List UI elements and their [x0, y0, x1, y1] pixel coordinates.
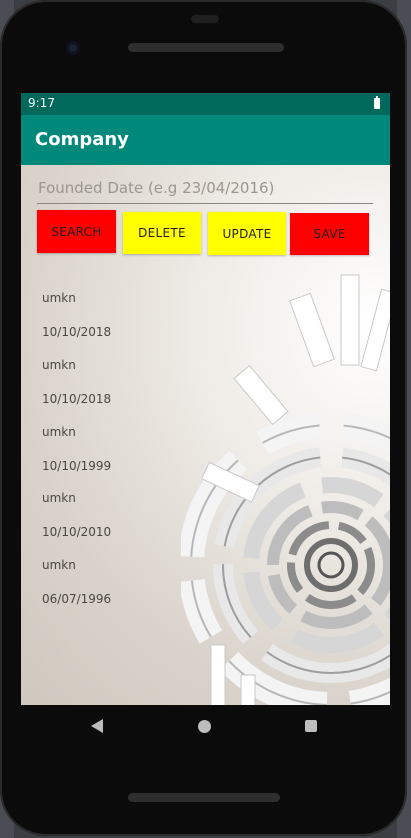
list-item: 10/10/2018	[42, 392, 112, 406]
list-item: umkn	[42, 291, 76, 305]
bottom-speaker	[128, 793, 280, 802]
search-button[interactable]: SEARCH	[37, 210, 116, 253]
list-item: 06/07/1996	[42, 592, 112, 606]
status-time: 9:17	[28, 96, 55, 110]
app-bar: Company	[21, 115, 390, 165]
background-art	[181, 274, 390, 705]
list-item: 10/10/2018	[42, 325, 112, 339]
app-title: Company	[35, 129, 129, 150]
battery-icon	[374, 96, 380, 109]
list-item: 10/10/2010	[42, 525, 112, 539]
app-screen: 9:17 Company Founded Date (e.g 23/04/201…	[21, 93, 390, 705]
list-item: 10/10/1999	[42, 459, 112, 473]
back-icon[interactable]	[91, 719, 103, 733]
list-item: umkn	[42, 425, 76, 439]
update-button[interactable]: UPDATE	[208, 212, 286, 255]
home-icon[interactable]	[198, 720, 211, 733]
recents-icon[interactable]	[305, 720, 317, 732]
navigation-bar	[21, 705, 390, 749]
founded-date-field[interactable]	[37, 173, 373, 204]
front-camera	[66, 41, 80, 55]
save-button[interactable]: SAVE	[290, 213, 369, 255]
top-notch	[191, 15, 219, 23]
list-item: umkn	[42, 558, 76, 572]
list-item: umkn	[42, 491, 76, 505]
content-area: SEARCH DELETE UPDATE SAVE umkn 10/10/201…	[21, 165, 390, 705]
phone-frame: 9:17 Company Founded Date (e.g 23/04/201…	[0, 0, 407, 836]
delete-button[interactable]: DELETE	[123, 212, 201, 254]
status-bar: 9:17	[21, 93, 390, 115]
top-speaker	[128, 43, 284, 52]
list-item: umkn	[42, 358, 76, 372]
